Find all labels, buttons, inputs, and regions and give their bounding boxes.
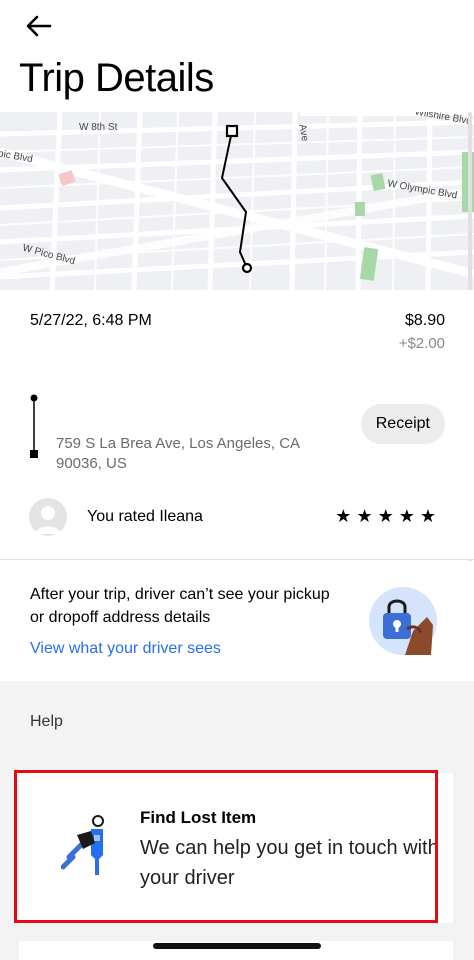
top-bar: Trip Details: [0, 0, 474, 112]
help-title: Help: [30, 713, 63, 730]
home-indicator[interactable]: [153, 943, 321, 949]
keys-icon: [61, 815, 104, 875]
privacy-notice: After your trip, driver can’t see your p…: [0, 561, 474, 681]
privacy-text: After your trip, driver can’t see your p…: [30, 586, 330, 626]
receipt-button[interactable]: Receipt: [360, 404, 445, 444]
lost-item-description: We can help you get in touch with your d…: [140, 837, 439, 889]
person-icon: [35, 506, 61, 534]
find-lost-item-button[interactable]: Find Lost Item We can help you get in to…: [19, 773, 453, 923]
lock-icon: [369, 587, 437, 655]
trip-tip: +$2.00: [398, 335, 445, 352]
rating-stars: ★ ★ ★ ★ ★: [335, 506, 436, 527]
avatar: [29, 498, 67, 536]
lost-item-title: Find Lost Item: [140, 808, 257, 827]
route-line-icon: [30, 394, 38, 458]
star-icon: ★: [335, 506, 352, 526]
map-label-w-8th-st: W 8th St: [79, 122, 118, 133]
star-icon: ★: [356, 506, 373, 526]
back-button[interactable]: [22, 12, 58, 44]
rating-text: You rated Ileana: [87, 508, 203, 525]
trip-fare: $8.90: [404, 312, 445, 329]
star-icon: ★: [377, 506, 394, 526]
dropoff-address: 759 S La Brea Ave, Los Angeles, CA 90036…: [56, 435, 300, 472]
map-canvas: W 8th St Ave Wilshire Blvd pic Blvd W Ol…: [0, 112, 474, 290]
page-title: Trip Details: [19, 56, 214, 100]
trip-summary: 5/27/22, 6:48 PM $8.90 +$2.00 759 S La B…: [0, 290, 474, 560]
view-driver-sees-link[interactable]: View what your driver sees: [30, 640, 221, 658]
trip-datetime: 5/27/22, 6:48 PM: [30, 312, 152, 329]
arrow-left-icon: [26, 15, 52, 37]
star-icon: ★: [419, 506, 436, 526]
help-section: Help Find Lost Item We can help you get …: [0, 681, 474, 960]
star-icon: ★: [398, 506, 415, 526]
trip-map[interactable]: W 8th St Ave Wilshire Blvd pic Blvd W Ol…: [0, 112, 474, 290]
